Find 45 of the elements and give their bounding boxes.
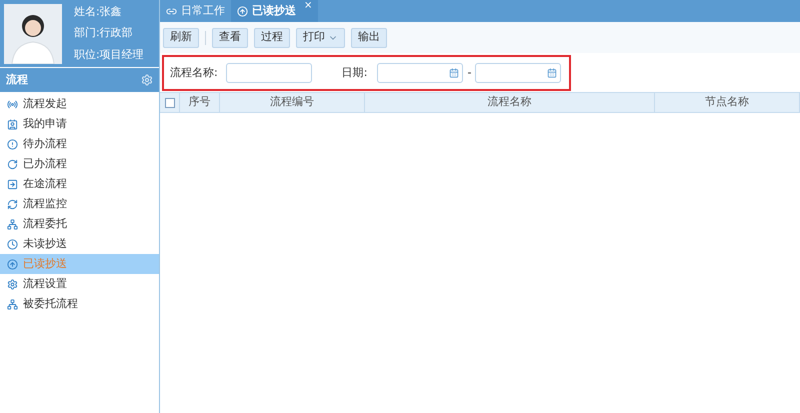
date-field[interactable] [377,63,464,83]
gear-icon [7,278,18,290]
profile-department: 部门:行政部 [74,25,134,42]
clock-icon [7,238,18,250]
redo-icon [7,158,18,170]
column-header[interactable]: 序号 [180,93,220,112]
sidebar-title: 流程 [6,72,28,88]
sidebar-item[interactable]: 被委托流程 [0,294,159,314]
hierarchy-icon [7,298,18,310]
hierarchy-icon [7,218,18,230]
sidebar-item[interactable]: 流程监控 [0,194,159,214]
name-input-field[interactable] [226,63,312,83]
column-header[interactable]: 流程编号 [220,93,365,112]
sidebar-item[interactable]: 流程设置 [0,274,159,294]
date-separator: - [467,64,472,81]
broadcast-icon [7,98,18,110]
field-label: 日期: [342,64,368,81]
settings-icon[interactable] [141,74,153,86]
column-header[interactable]: 流程名称 [365,93,655,112]
sidebar-item[interactable]: 已办流程 [0,154,159,174]
field-label: 流程名称: [170,64,218,81]
toolbar-button[interactable]: 刷新 [163,28,199,48]
calendar-icon[interactable] [547,68,558,78]
sidebar-item[interactable]: 流程委托 [0,214,159,234]
toolbar-button[interactable]: 查看 [212,28,248,48]
column-header[interactable]: 节点名称 [655,93,800,112]
profile-position: 职位:项目经理 [74,46,144,63]
refresh-icon [7,198,18,210]
profile-name: 姓名:张鑫 [74,4,123,20]
calendar-icon[interactable] [449,68,460,78]
sidebar-item[interactable]: 我的申请 [0,114,159,134]
up-arrow-circle-icon [7,258,18,270]
sidebar-item[interactable]: 待办流程 [0,134,159,154]
up-arrow-circle-icon [237,6,248,16]
checkbox[interactable] [164,98,174,108]
toolbar-button[interactable]: 输出 [351,28,387,48]
arrow-square-icon [7,178,18,190]
sidebar-item[interactable]: 在途流程 [0,174,159,194]
date-field[interactable] [475,63,562,83]
dropdown-button[interactable]: 打印 [296,28,345,48]
toolbar-button[interactable]: 过程 [254,28,290,48]
sidebar-item[interactable]: 流程发起 [0,94,159,114]
id-card-icon [7,118,18,130]
sidebar-item[interactable]: 未读抄送 [0,234,159,254]
alert-icon [7,138,18,150]
